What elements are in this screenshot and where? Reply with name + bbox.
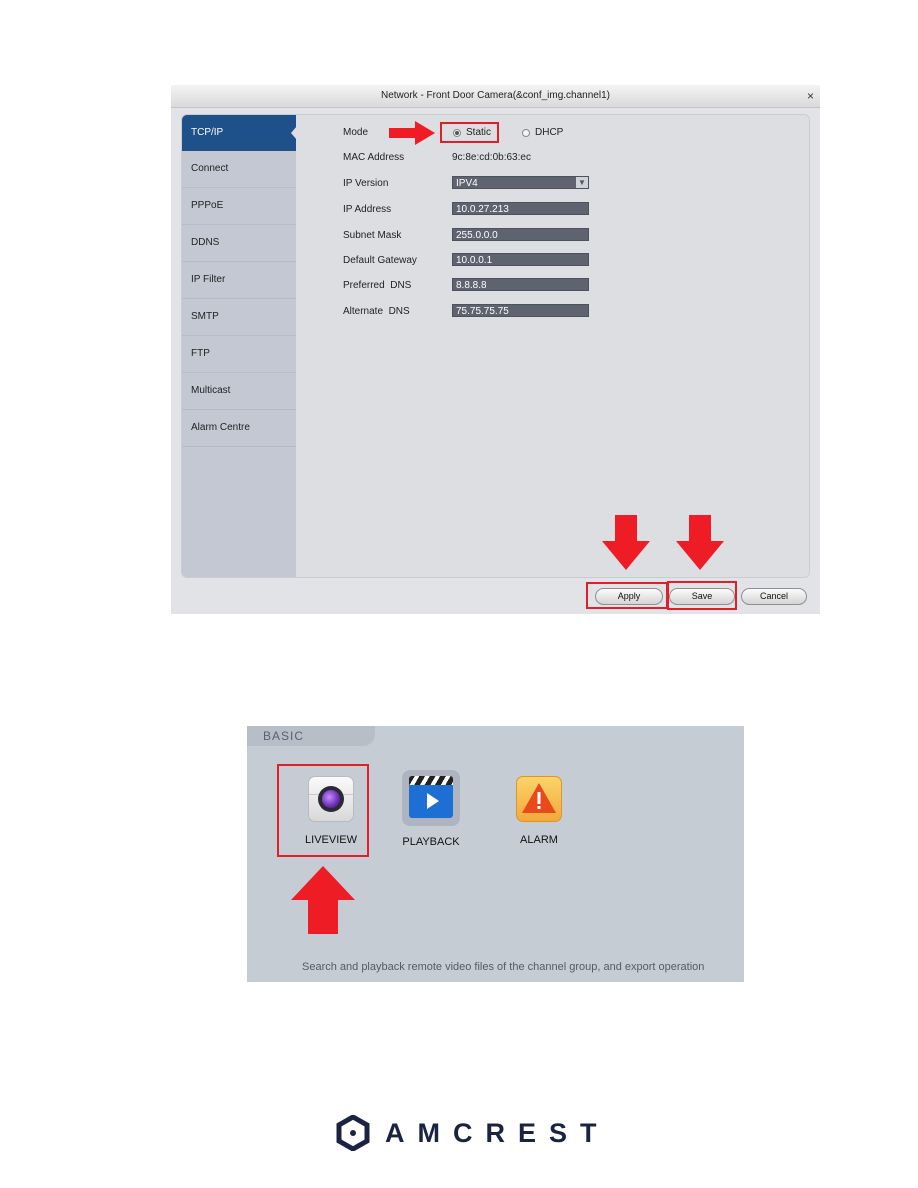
amcrest-logo: AMCREST bbox=[335, 1115, 610, 1151]
camera-lens-icon bbox=[308, 776, 354, 822]
ip-version-value: IPV4 bbox=[456, 178, 478, 189]
clapperboard-play-icon bbox=[409, 776, 453, 818]
mac-address-value: 9c:8e:cd:0b:63:ec bbox=[452, 152, 531, 163]
sidebar-item-connect[interactable]: Connect bbox=[182, 151, 296, 188]
static-radio[interactable] bbox=[453, 129, 461, 137]
apply-button[interactable]: Apply bbox=[595, 588, 663, 605]
sidebar-item-ddns[interactable]: DDNS bbox=[182, 225, 296, 262]
alarm-app[interactable]: ALARM bbox=[494, 776, 584, 846]
alternate-dns-input[interactable]: 75.75.75.75 bbox=[452, 304, 589, 317]
down-arrow-icon bbox=[602, 515, 650, 570]
dialog-body: TCP/IP Connect PPPoE DDNS IP Filter SMTP… bbox=[181, 114, 810, 578]
liveview-label: LIVEVIEW bbox=[305, 834, 357, 846]
warning-triangle-icon bbox=[516, 776, 562, 822]
sidebar-item-tcpip[interactable]: TCP/IP bbox=[182, 115, 297, 151]
default-gateway-input[interactable]: 10.0.0.1 bbox=[452, 253, 589, 266]
tcpip-settings: Mode Static DHCP MAC Address 9c:8e:cd:0b… bbox=[296, 115, 809, 577]
alarm-label: ALARM bbox=[520, 834, 558, 846]
playback-app[interactable]: PLAYBACK bbox=[386, 770, 476, 848]
ip-address-input[interactable]: 10.0.27.213 bbox=[452, 202, 589, 215]
mode-label: Mode bbox=[343, 127, 369, 138]
preferred-dns-input[interactable]: 8.8.8.8 bbox=[452, 278, 589, 291]
sidebar-item-alarm-centre[interactable]: Alarm Centre bbox=[182, 410, 296, 447]
default-gateway-label: Default Gateway bbox=[343, 255, 417, 266]
close-icon[interactable]: × bbox=[807, 85, 814, 107]
save-button[interactable]: Save bbox=[669, 588, 735, 605]
liveview-app[interactable]: LIVEVIEW bbox=[286, 776, 376, 846]
mac-address-label: MAC Address bbox=[343, 152, 405, 163]
playback-label: PLAYBACK bbox=[402, 836, 460, 848]
panel-description: Search and playback remote video files o… bbox=[302, 961, 705, 973]
subnet-mask-label: Subnet Mask bbox=[343, 230, 402, 241]
dhcp-label: DHCP bbox=[535, 127, 564, 138]
chevron-down-icon[interactable]: ▼ bbox=[576, 177, 588, 188]
ip-version-select[interactable]: IPV4 ▼ bbox=[452, 176, 589, 189]
basic-tab[interactable]: BASIC bbox=[247, 726, 375, 746]
alternate-dns-label: Alternate DNS bbox=[343, 306, 410, 317]
playback-icon-tile bbox=[402, 770, 460, 826]
basic-panel: BASIC LIVEVIEW PLAYBACK ALARM Search and bbox=[247, 726, 744, 982]
cancel-button[interactable]: Cancel bbox=[741, 588, 807, 605]
sidebar-item-ftp[interactable]: FTP bbox=[182, 336, 296, 373]
ip-version-label: IP Version bbox=[343, 178, 389, 189]
dhcp-radio[interactable] bbox=[522, 129, 530, 137]
preferred-dns-label: Preferred DNS bbox=[343, 280, 412, 291]
right-arrow-icon bbox=[389, 121, 435, 145]
sidebar-item-smtp[interactable]: SMTP bbox=[182, 299, 296, 336]
ip-address-label: IP Address bbox=[343, 204, 392, 215]
sidebar-item-ip-filter[interactable]: IP Filter bbox=[182, 262, 296, 299]
subnet-mask-input[interactable]: 255.0.0.0 bbox=[452, 228, 589, 241]
down-arrow-icon bbox=[676, 515, 724, 570]
sidebar-item-multicast[interactable]: Multicast bbox=[182, 373, 296, 410]
dialog-title: Network - Front Door Camera(&conf_img.ch… bbox=[381, 90, 610, 101]
brand-name: AMCREST bbox=[385, 1117, 610, 1148]
static-label: Static bbox=[466, 127, 492, 138]
up-arrow-icon bbox=[291, 866, 355, 934]
network-sidebar: TCP/IP Connect PPPoE DDNS IP Filter SMTP… bbox=[182, 115, 297, 577]
amcrest-hexagon-icon bbox=[336, 1115, 370, 1151]
sidebar-item-pppoe[interactable]: PPPoE bbox=[182, 188, 296, 225]
dialog-title-bar: Network - Front Door Camera(&conf_img.ch… bbox=[171, 85, 820, 108]
